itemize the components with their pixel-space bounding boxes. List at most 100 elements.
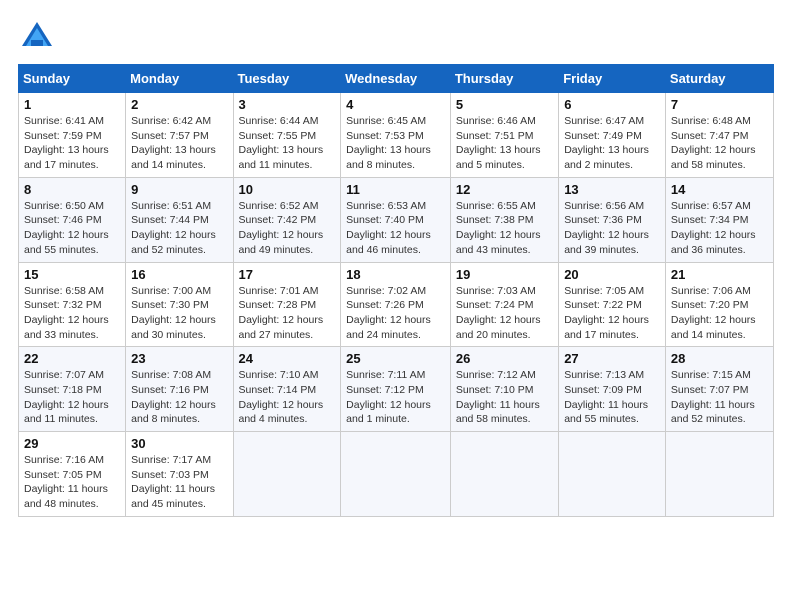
day-cell-10: 10 Sunrise: 6:52 AM Sunset: 7:42 PM Dayli… — [233, 177, 341, 262]
empty-cell — [665, 432, 773, 517]
day-info: Sunrise: 7:01 AM Sunset: 7:28 PM Dayligh… — [239, 284, 336, 343]
day-cell-5: 5 Sunrise: 6:46 AM Sunset: 7:51 PM Daylig… — [450, 93, 558, 178]
day-cell-28: 28 Sunrise: 7:15 AM Sunset: 7:07 PM Dayli… — [665, 347, 773, 432]
day-info: Sunrise: 7:06 AM Sunset: 7:20 PM Dayligh… — [671, 284, 768, 343]
week-row-1: 1 Sunrise: 6:41 AM Sunset: 7:59 PM Daylig… — [19, 93, 774, 178]
day-cell-30: 30 Sunrise: 7:17 AM Sunset: 7:03 PM Dayli… — [126, 432, 233, 517]
empty-cell — [559, 432, 666, 517]
day-number: 18 — [346, 267, 445, 282]
day-info: Sunrise: 7:03 AM Sunset: 7:24 PM Dayligh… — [456, 284, 553, 343]
day-number: 16 — [131, 267, 227, 282]
header — [18, 18, 774, 56]
column-header-friday: Friday — [559, 65, 666, 93]
day-number: 19 — [456, 267, 553, 282]
day-number: 30 — [131, 436, 227, 451]
day-cell-4: 4 Sunrise: 6:45 AM Sunset: 7:53 PM Daylig… — [341, 93, 451, 178]
day-info: Sunrise: 6:44 AM Sunset: 7:55 PM Dayligh… — [239, 114, 336, 173]
column-header-tuesday: Tuesday — [233, 65, 341, 93]
day-number: 26 — [456, 351, 553, 366]
day-info: Sunrise: 6:45 AM Sunset: 7:53 PM Dayligh… — [346, 114, 445, 173]
day-info: Sunrise: 7:12 AM Sunset: 7:10 PM Dayligh… — [456, 368, 553, 427]
day-number: 12 — [456, 182, 553, 197]
calendar-header-row: SundayMondayTuesdayWednesdayThursdayFrid… — [19, 65, 774, 93]
day-number: 1 — [24, 97, 120, 112]
day-cell-13: 13 Sunrise: 6:56 AM Sunset: 7:36 PM Dayli… — [559, 177, 666, 262]
day-cell-3: 3 Sunrise: 6:44 AM Sunset: 7:55 PM Daylig… — [233, 93, 341, 178]
day-cell-2: 2Sunrise: 6:42 AM Sunset: 7:57 PM Daylig… — [126, 93, 233, 178]
day-info: Sunrise: 7:17 AM Sunset: 7:03 PM Dayligh… — [131, 453, 227, 512]
day-info: Sunrise: 7:10 AM Sunset: 7:14 PM Dayligh… — [239, 368, 336, 427]
day-number: 20 — [564, 267, 660, 282]
day-number: 4 — [346, 97, 445, 112]
day-number: 27 — [564, 351, 660, 366]
day-number: 3 — [239, 97, 336, 112]
week-row-5: 29 Sunrise: 7:16 AM Sunset: 7:05 PM Dayli… — [19, 432, 774, 517]
day-number: 25 — [346, 351, 445, 366]
week-row-3: 15 Sunrise: 6:58 AM Sunset: 7:32 PM Dayli… — [19, 262, 774, 347]
column-header-thursday: Thursday — [450, 65, 558, 93]
day-info: Sunrise: 6:50 AM Sunset: 7:46 PM Dayligh… — [24, 199, 120, 258]
calendar: SundayMondayTuesdayWednesdayThursdayFrid… — [18, 64, 774, 517]
day-number: 7 — [671, 97, 768, 112]
day-number: 28 — [671, 351, 768, 366]
day-info: Sunrise: 6:52 AM Sunset: 7:42 PM Dayligh… — [239, 199, 336, 258]
day-cell-26: 26 Sunrise: 7:12 AM Sunset: 7:10 PM Dayli… — [450, 347, 558, 432]
day-cell-27: 27Sunrise: 7:13 AM Sunset: 7:09 PM Dayli… — [559, 347, 666, 432]
day-cell-20: 20 Sunrise: 7:05 AM Sunset: 7:22 PM Dayli… — [559, 262, 666, 347]
day-number: 2 — [131, 97, 227, 112]
day-info: Sunrise: 7:16 AM Sunset: 7:05 PM Dayligh… — [24, 453, 120, 512]
day-info: Sunrise: 7:02 AM Sunset: 7:26 PM Dayligh… — [346, 284, 445, 343]
day-info: Sunrise: 7:11 AM Sunset: 7:12 PM Dayligh… — [346, 368, 445, 427]
day-number: 6 — [564, 97, 660, 112]
day-number: 22 — [24, 351, 120, 366]
day-cell-11: 11Sunrise: 6:53 AM Sunset: 7:40 PM Dayli… — [341, 177, 451, 262]
week-row-4: 22 Sunrise: 7:07 AM Sunset: 7:18 PM Dayli… — [19, 347, 774, 432]
day-cell-16: 16 Sunrise: 7:00 AM Sunset: 7:30 PM Dayli… — [126, 262, 233, 347]
column-header-monday: Monday — [126, 65, 233, 93]
day-info: Sunrise: 6:55 AM Sunset: 7:38 PM Dayligh… — [456, 199, 553, 258]
day-number: 21 — [671, 267, 768, 282]
day-cell-18: 18 Sunrise: 7:02 AM Sunset: 7:26 PM Dayli… — [341, 262, 451, 347]
day-cell-23: 23Sunrise: 7:08 AM Sunset: 7:16 PM Dayli… — [126, 347, 233, 432]
day-cell-21: 21 Sunrise: 7:06 AM Sunset: 7:20 PM Dayli… — [665, 262, 773, 347]
day-cell-17: 17 Sunrise: 7:01 AM Sunset: 7:28 PM Dayli… — [233, 262, 341, 347]
empty-cell — [233, 432, 341, 517]
logo-icon — [18, 18, 56, 56]
day-cell-12: 12 Sunrise: 6:55 AM Sunset: 7:38 PM Dayli… — [450, 177, 558, 262]
day-number: 14 — [671, 182, 768, 197]
day-cell-25: 25 Sunrise: 7:11 AM Sunset: 7:12 PM Dayli… — [341, 347, 451, 432]
day-cell-1: 1 Sunrise: 6:41 AM Sunset: 7:59 PM Daylig… — [19, 93, 126, 178]
day-number: 23 — [131, 351, 227, 366]
day-info: Sunrise: 6:46 AM Sunset: 7:51 PM Dayligh… — [456, 114, 553, 173]
day-number: 5 — [456, 97, 553, 112]
column-header-wednesday: Wednesday — [341, 65, 451, 93]
logo — [18, 18, 58, 56]
day-cell-9: 9Sunrise: 6:51 AM Sunset: 7:44 PM Daylig… — [126, 177, 233, 262]
day-info: Sunrise: 6:57 AM Sunset: 7:34 PM Dayligh… — [671, 199, 768, 258]
day-number: 17 — [239, 267, 336, 282]
day-cell-22: 22 Sunrise: 7:07 AM Sunset: 7:18 PM Dayli… — [19, 347, 126, 432]
day-cell-6: 6 Sunrise: 6:47 AM Sunset: 7:49 PM Daylig… — [559, 93, 666, 178]
day-number: 13 — [564, 182, 660, 197]
empty-cell — [450, 432, 558, 517]
day-number: 15 — [24, 267, 120, 282]
day-number: 10 — [239, 182, 336, 197]
day-info: Sunrise: 6:56 AM Sunset: 7:36 PM Dayligh… — [564, 199, 660, 258]
day-info: Sunrise: 7:15 AM Sunset: 7:07 PM Dayligh… — [671, 368, 768, 427]
day-info: Sunrise: 6:41 AM Sunset: 7:59 PM Dayligh… — [24, 114, 120, 173]
day-info: Sunrise: 7:05 AM Sunset: 7:22 PM Dayligh… — [564, 284, 660, 343]
day-cell-19: 19 Sunrise: 7:03 AM Sunset: 7:24 PM Dayli… — [450, 262, 558, 347]
day-info: Sunrise: 6:47 AM Sunset: 7:49 PM Dayligh… — [564, 114, 660, 173]
week-row-2: 8Sunrise: 6:50 AM Sunset: 7:46 PM Daylig… — [19, 177, 774, 262]
day-cell-8: 8Sunrise: 6:50 AM Sunset: 7:46 PM Daylig… — [19, 177, 126, 262]
day-info: Sunrise: 7:00 AM Sunset: 7:30 PM Dayligh… — [131, 284, 227, 343]
day-number: 29 — [24, 436, 120, 451]
day-cell-15: 15 Sunrise: 6:58 AM Sunset: 7:32 PM Dayli… — [19, 262, 126, 347]
day-number: 24 — [239, 351, 336, 366]
day-info: Sunrise: 7:07 AM Sunset: 7:18 PM Dayligh… — [24, 368, 120, 427]
day-info: Sunrise: 6:58 AM Sunset: 7:32 PM Dayligh… — [24, 284, 120, 343]
day-number: 11 — [346, 182, 445, 197]
page: SundayMondayTuesdayWednesdayThursdayFrid… — [0, 0, 792, 612]
day-info: Sunrise: 6:48 AM Sunset: 7:47 PM Dayligh… — [671, 114, 768, 173]
column-header-saturday: Saturday — [665, 65, 773, 93]
